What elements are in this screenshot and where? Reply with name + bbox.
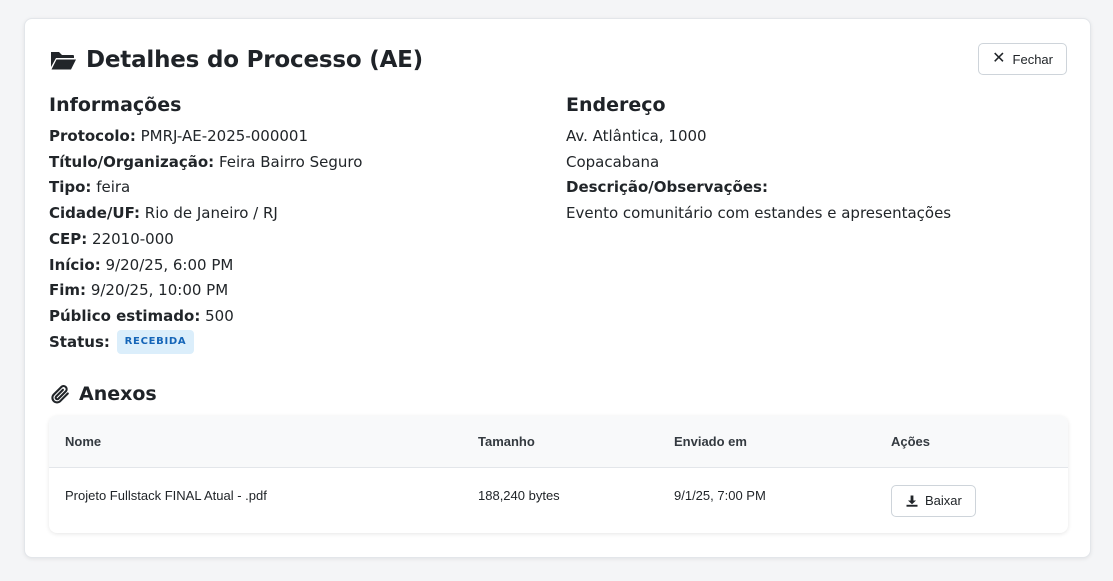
column-header-size: Tamanho: [478, 434, 535, 449]
info-section-title: Informações: [49, 94, 182, 116]
field-value: feira: [96, 178, 131, 197]
info-section: Informações Protocolo: PMRJ-AE-2025-0000…: [49, 94, 549, 355]
field-cep: CEP: 22010-000: [49, 227, 549, 253]
download-button-label: Baixar: [925, 493, 962, 508]
column-header-actions: Ações: [891, 434, 931, 449]
column-header-name: Nome: [65, 434, 102, 449]
status-badge: RECEBIDA: [116, 330, 195, 355]
field-fim: Fim: 9/20/25, 10:00 PM: [49, 278, 549, 304]
field-status: Status: RECEBIDA: [49, 330, 549, 356]
file-actions: Baixar: [875, 484, 1068, 517]
download-icon: [906, 495, 918, 507]
field-label: Cidade/UF:: [49, 204, 141, 223]
field-inicio: Início: 9/20/25, 6:00 PM: [49, 253, 549, 279]
address-district: Copacabana: [566, 152, 660, 171]
column-header-sent: Enviado em: [674, 434, 747, 449]
file-size: 188,240 bytes: [478, 488, 560, 503]
field-titulo: Título/Organização: Feira Bairro Seguro: [49, 150, 549, 176]
field-value: 9/20/25, 6:00 PM: [105, 255, 234, 274]
notes-value: Evento comunitário com estandes e aprese…: [566, 204, 952, 223]
field-label: Protocolo:: [49, 127, 136, 145]
download-button[interactable]: Baixar: [891, 484, 976, 517]
process-details-card: Detalhes do Processo (AE) ✕ Fechar Infor…: [24, 18, 1091, 558]
close-button-label: Fechar: [1012, 51, 1053, 67]
attachments-title: Anexos: [79, 383, 157, 405]
attachments-table: Nome Tamanho Enviado em Ações Projeto Fu…: [49, 416, 1068, 533]
field-value: Feira Bairro Seguro: [218, 152, 363, 171]
field-tipo: Tipo: feira: [49, 175, 549, 201]
field-value: Rio de Janeiro / RJ: [144, 204, 278, 223]
page-title: Detalhes do Processo (AE): [86, 47, 423, 73]
attachments-header: Anexos: [49, 383, 157, 405]
table-header: Nome Tamanho Enviado em Ações: [49, 416, 1068, 468]
file-sent-date: 9/1/25, 7:00 PM: [674, 488, 766, 503]
field-label: Início:: [49, 255, 101, 274]
address-section: Endereço Av. Atlântica, 1000 Copacabana …: [566, 94, 1066, 227]
file-name: Projeto Fullstack FINAL Atual - .pdf: [65, 488, 267, 503]
field-value: 9/20/25, 10:00 PM: [90, 281, 229, 300]
paperclip-icon: [51, 385, 69, 404]
folder-open-icon: [51, 52, 76, 70]
notes-label: Descrição/Observações:: [566, 175, 1066, 201]
field-label: CEP:: [49, 229, 88, 248]
field-value: 22010-000: [92, 229, 174, 248]
address-section-title: Endereço: [566, 94, 666, 116]
field-label: Status:: [49, 332, 110, 351]
page-header: Detalhes do Processo (AE): [49, 47, 423, 73]
field-label: Fim:: [49, 281, 87, 300]
field-value: PMRJ-AE-2025-000001: [140, 127, 308, 145]
close-icon: ✕: [992, 50, 1006, 67]
field-cidade: Cidade/UF: Rio de Janeiro / RJ: [49, 201, 549, 227]
field-protocolo: Protocolo: PMRJ-AE-2025-000001: [49, 124, 549, 150]
field-label: Tipo:: [49, 178, 92, 197]
field-label: Público estimado:: [49, 306, 201, 325]
table-row: Projeto Fullstack FINAL Atual - .pdf 188…: [49, 468, 1068, 533]
field-label: Descrição/Observações:: [566, 178, 768, 197]
field-publico: Público estimado: 500: [49, 304, 549, 330]
close-button[interactable]: ✕ Fechar: [978, 43, 1067, 75]
field-label: Título/Organização:: [49, 152, 215, 171]
field-value: 500: [205, 306, 234, 325]
address-street: Av. Atlântica, 1000: [566, 127, 707, 145]
